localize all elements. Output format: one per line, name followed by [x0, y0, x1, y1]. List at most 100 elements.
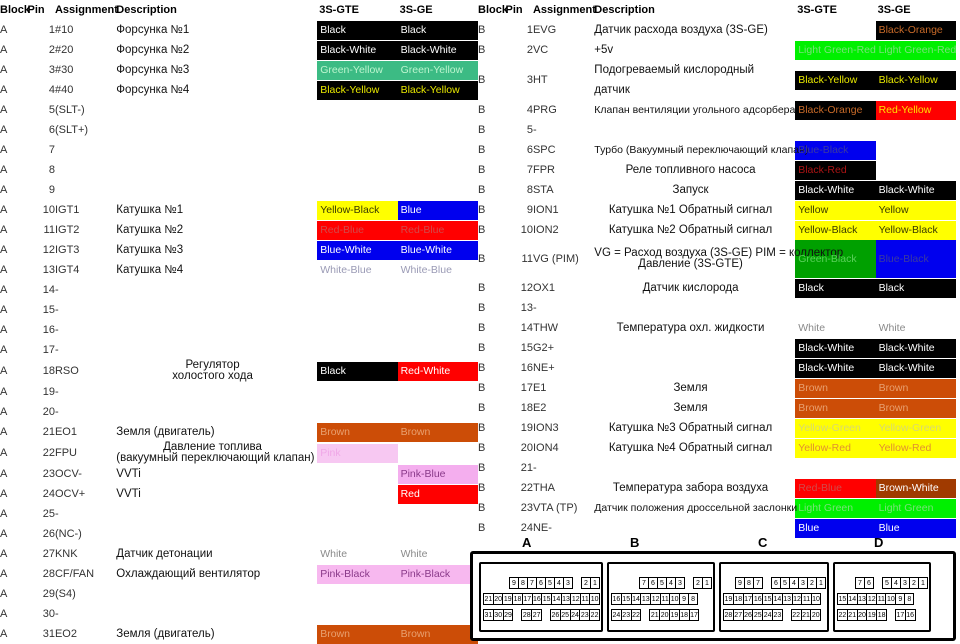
cell-block: B — [478, 342, 486, 354]
cell-pin: 1 — [526, 24, 533, 36]
wire-color-cell — [876, 298, 956, 318]
wire-color-swatch: Blue-Black — [875, 240, 956, 278]
cell-description: Земля — [673, 402, 708, 414]
cell-description: Запуск — [672, 184, 709, 196]
wire-color-swatch — [398, 121, 478, 140]
table-row: B 6 SPC Турбо (Вакуумный переключающий клап… — [478, 140, 956, 160]
wire-color-swatch — [795, 459, 875, 478]
wire-color-swatch: Black-White — [875, 180, 956, 200]
wire-color-cell: Light Green — [795, 498, 876, 518]
wire-color-swatch: Yellow-Black — [317, 200, 398, 220]
wire-color-cell — [398, 280, 478, 300]
wire-color-cell — [317, 280, 397, 300]
cell-pin: 8 — [48, 164, 55, 176]
wire-color-cell — [317, 584, 397, 604]
header-block: Block — [0, 4, 30, 16]
block-a-rows: A 1 #10 Форсунка №1 Black Black A 2 #20 Форсунка … — [0, 20, 478, 644]
header-block: Block — [478, 4, 508, 16]
table-row: B 19 ION3 Катушка №3 Обратный сигнал Yellow-… — [478, 418, 956, 438]
cell-description: Температура охл. жидкости — [616, 322, 765, 334]
cell-description: +5v — [594, 44, 614, 56]
cell-pin: 15 — [42, 304, 55, 316]
cell-assignment: EO2 — [54, 628, 77, 640]
wire-color-cell — [317, 604, 397, 624]
cell-gap — [309, 60, 317, 80]
wire-color-swatch: Black-White — [317, 40, 398, 60]
wire-color-cell: Blue-White — [397, 240, 478, 260]
wire-color-swatch: White-Blue — [320, 263, 372, 276]
cell-assignment: (SLT+) — [54, 124, 89, 136]
wire-color-swatch — [398, 301, 478, 320]
cell-block: B — [478, 282, 486, 294]
cell-assignment: #10 — [54, 24, 74, 36]
cell-assignment: KNK — [54, 548, 78, 560]
table-row: A 15- — [0, 300, 478, 320]
wire-color-cell: Black-Orange — [795, 100, 876, 120]
wire-color-cell: Brown — [397, 422, 478, 442]
block-b-table: Block Pin Assignment Description 3S-GTE … — [478, 0, 956, 538]
wire-color-swatch: Pink-Black — [397, 564, 478, 584]
cell-assignment: - — [54, 508, 59, 520]
wire-color-cell — [876, 140, 956, 160]
cell-block: A — [0, 184, 8, 196]
table-row: A 3 #30 Форсунка №3 Green-Yellow Green-Yellow — [0, 60, 478, 80]
cell-assignment: E1 — [532, 382, 547, 394]
wire-color-cell — [398, 524, 478, 544]
cell-block: A — [0, 488, 8, 500]
wire-color-cell: Black-White — [875, 358, 956, 378]
wire-color-swatch — [398, 403, 478, 422]
cell-assignment: ION2 — [532, 224, 559, 236]
wire-color-cell: Black-White — [795, 358, 876, 378]
table-row: A 1 #10 Форсунка №1 Black Black — [0, 20, 478, 40]
table-row: A 25- — [0, 504, 478, 524]
wire-color-cell: Black-White — [875, 338, 956, 358]
cell-block: A — [0, 244, 8, 256]
cell-block: B — [478, 24, 486, 36]
wire-color-cell — [398, 504, 478, 524]
connector-pin-row: 7654321 — [609, 576, 713, 590]
wire-color-cell: Light Green-Red — [875, 40, 956, 60]
cell-description: Земля (двигатель) — [116, 426, 215, 438]
cell-block: A — [0, 468, 8, 480]
cell-assignment: - — [54, 304, 59, 316]
cell-block: A — [0, 204, 8, 216]
connector-label-c: C — [758, 535, 768, 550]
block-b-header-row: Block Pin Assignment Description 3S-GTE … — [478, 0, 956, 20]
cell-gap — [309, 240, 317, 260]
cell-gap — [309, 484, 317, 504]
cell-description — [594, 338, 786, 358]
connector-d: 7 6 5 4 3 2 1 15 14 13 12 11 10 9 8 22 21 20 19 18 17 16 — [833, 562, 931, 632]
cell-assignment: THW — [532, 322, 559, 334]
cell-pin: 27 — [42, 548, 55, 560]
cell-gap — [309, 40, 317, 60]
cell-block: A — [0, 124, 8, 136]
table-row: A 26 (NC-) — [0, 524, 478, 544]
cell-block: B — [478, 124, 486, 136]
cell-block: B — [478, 462, 486, 474]
block-b-panel: Block Pin Assignment Description 3S-GTE … — [478, 0, 956, 538]
wire-color-cell: Black-White — [875, 180, 956, 200]
wire-color-swatch — [876, 141, 956, 160]
table-row: A8 — [0, 160, 478, 180]
wire-color-cell: Brown — [795, 398, 876, 418]
cell-gap — [309, 200, 317, 220]
cell-gap — [787, 478, 795, 498]
cell-assignment: - — [54, 344, 59, 356]
wire-color-swatch: Pink-Black — [317, 564, 398, 584]
cell-gap — [309, 20, 317, 40]
table-row: B 23 VTA (TP) Датчик положения дроссельной … — [478, 498, 956, 518]
wire-color-swatch — [398, 525, 478, 544]
wire-color-swatch — [398, 321, 478, 340]
cell-pin: 21 — [520, 462, 533, 474]
cell-assignment: NE+ — [532, 362, 555, 374]
wire-color-cell: Brown — [875, 378, 956, 398]
wire-color-cell: White — [398, 544, 478, 564]
cell-pin: 14 — [520, 322, 533, 334]
cell-block: B — [478, 44, 486, 56]
cell-gap — [309, 80, 317, 100]
cell-assignment: - — [532, 302, 537, 314]
wire-color-cell: Yellow-Red — [875, 438, 956, 458]
header-description: Description — [116, 4, 177, 16]
cell-assignment: IGT2 — [54, 224, 80, 236]
cell-description: Катушка №1 — [116, 204, 184, 216]
